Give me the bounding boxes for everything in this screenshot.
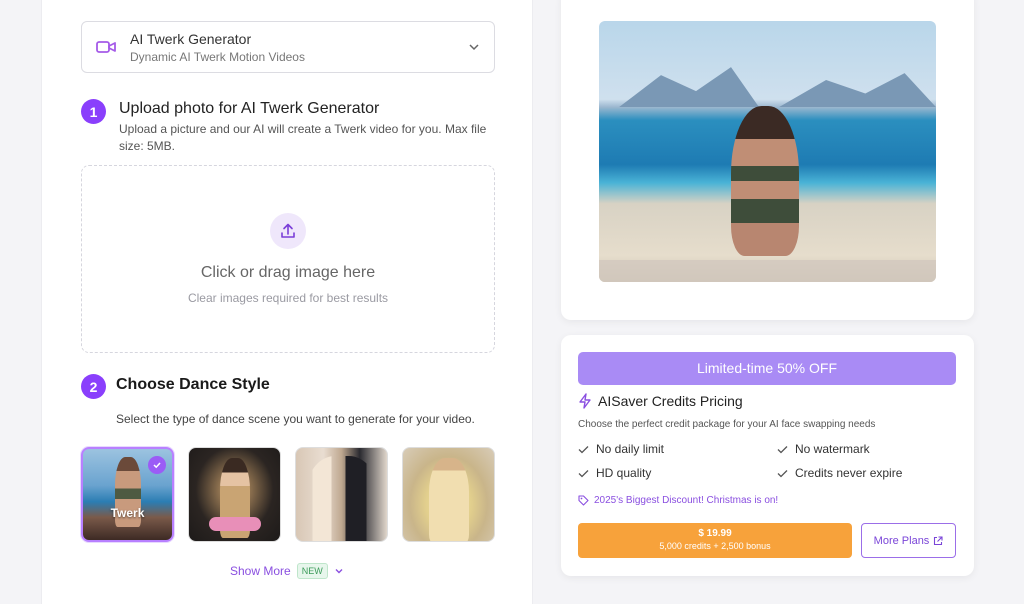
- show-more-label: Show More: [230, 564, 291, 578]
- feature-item: Credits never expire: [777, 466, 902, 480]
- tag-icon: [578, 495, 589, 506]
- step-1-description: Upload a picture and our AI will create …: [119, 122, 487, 153]
- discount-text: 2025's Biggest Discount! Christmas is on…: [594, 495, 779, 506]
- more-plans-button[interactable]: More Plans: [861, 523, 956, 558]
- discount-notice: 2025's Biggest Discount! Christmas is on…: [578, 495, 778, 506]
- feature-label: HD quality: [596, 466, 652, 480]
- image-dropzone[interactable]: Click or drag image here Clear images re…: [81, 165, 495, 353]
- price-label: $ 19.99: [698, 528, 732, 539]
- preview-bottom-overlay: [599, 260, 936, 282]
- tool-selector-dropdown[interactable]: AI Twerk Generator Dynamic AI Twerk Moti…: [81, 21, 495, 73]
- style-option-label: Twerk: [110, 506, 145, 520]
- upload-button[interactable]: [270, 213, 306, 249]
- pricing-title-row: AISaver Credits Pricing: [578, 393, 743, 409]
- check-icon: [148, 456, 166, 474]
- step-1-title: Upload photo for AI Twerk Generator: [119, 100, 380, 117]
- new-badge: NEW: [296, 563, 328, 579]
- step-1-badge: 1: [81, 99, 106, 124]
- buy-credits-button[interactable]: $ 19.99 5,000 credits + 2,500 bonus: [578, 523, 852, 558]
- feature-label: No watermark: [795, 442, 870, 456]
- chevron-down-icon: [335, 569, 343, 574]
- credits-label: 5,000 credits + 2,500 bonus: [659, 541, 771, 551]
- feature-item: No daily limit: [578, 442, 664, 456]
- pricing-description: Choose the perfect credit package for yo…: [578, 419, 876, 430]
- style-option-3[interactable]: [295, 447, 388, 542]
- preview-card: [561, 0, 974, 320]
- external-link-icon: [934, 535, 943, 545]
- left-panel: AI Twerk Generator Dynamic AI Twerk Moti…: [41, 0, 533, 604]
- preview-image: [599, 21, 936, 282]
- tool-selector-subtitle: Dynamic AI Twerk Motion Videos: [130, 49, 305, 64]
- style-thumbnail-image: [428, 458, 469, 541]
- upload-icon: [281, 223, 295, 238]
- preview-mountain: [779, 73, 936, 108]
- tool-selector-title: AI Twerk Generator: [130, 30, 252, 47]
- dropzone-title: Click or drag image here: [200, 264, 376, 281]
- more-plans-label: More Plans: [873, 534, 930, 547]
- show-more-button[interactable]: Show More NEW: [230, 563, 344, 579]
- dropzone-subtitle: Clear images required for best results: [187, 291, 389, 305]
- lightning-icon: [579, 393, 591, 409]
- style-thumbnail-image: [306, 456, 377, 541]
- feature-label: Credits never expire: [795, 466, 903, 480]
- preview-mountain: [619, 67, 759, 108]
- pricing-card: Limited-time 50% OFF AISaver Credits Pri…: [561, 335, 974, 576]
- style-option-twerk[interactable]: Twerk: [81, 447, 174, 542]
- step-2-badge: 2: [81, 374, 106, 399]
- promo-banner: Limited-time 50% OFF: [578, 352, 956, 385]
- step-2-description: Select the type of dance scene you want …: [116, 412, 475, 426]
- style-option-2[interactable]: [188, 447, 281, 542]
- style-option-4[interactable]: [402, 447, 495, 542]
- check-icon: [578, 445, 589, 453]
- video-camera-icon: [96, 41, 116, 53]
- feature-item: No watermark: [777, 442, 870, 456]
- check-icon: [777, 445, 788, 453]
- preview-figure: [731, 106, 799, 256]
- check-icon: [777, 469, 788, 477]
- check-icon: [578, 469, 589, 477]
- style-thumbnail-tag: [209, 517, 261, 531]
- pricing-title: AISaver Credits Pricing: [598, 393, 743, 409]
- chevron-down-icon: [469, 44, 479, 51]
- feature-label: No daily limit: [596, 442, 665, 456]
- step-2-title: Choose Dance Style: [116, 376, 270, 393]
- feature-item: HD quality: [578, 466, 651, 480]
